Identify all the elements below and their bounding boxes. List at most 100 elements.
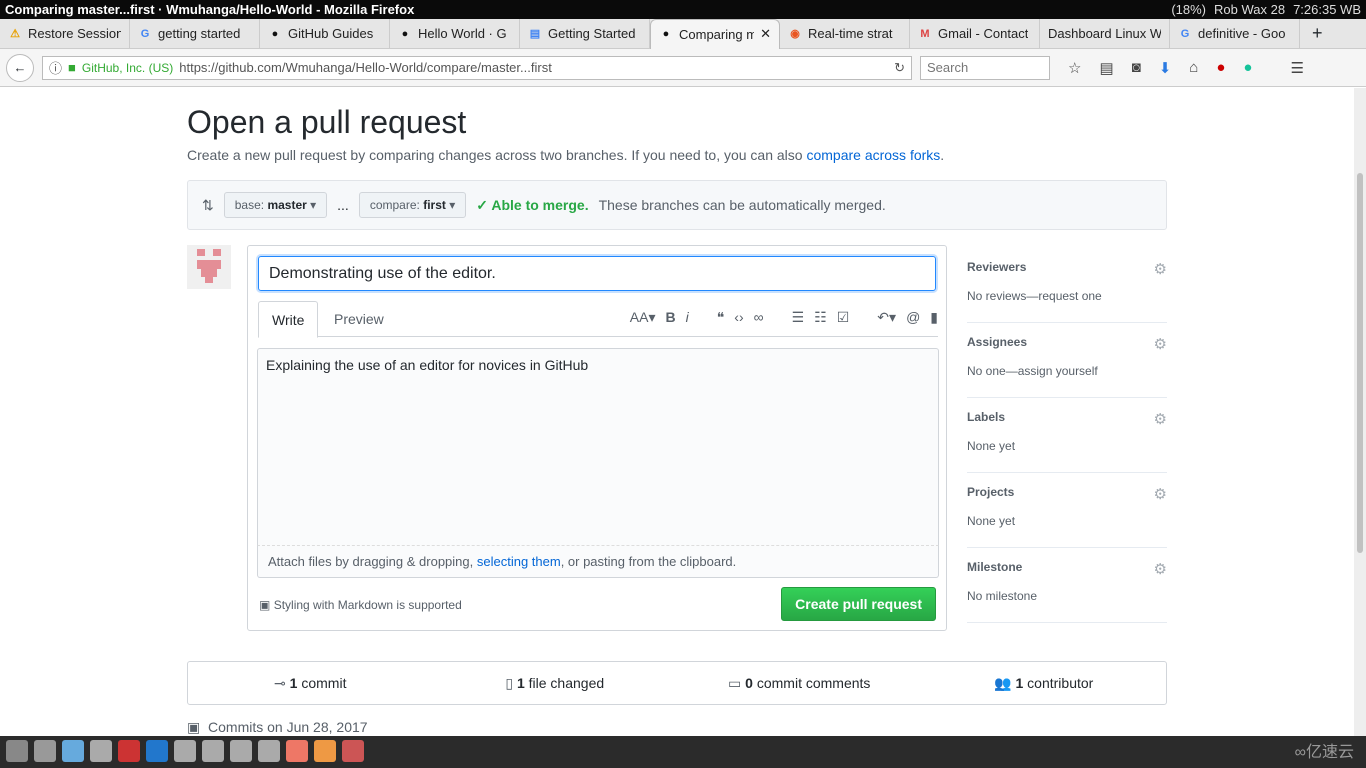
dock-app-icon[interactable]: [146, 740, 168, 762]
link-icon[interactable]: ∞: [754, 309, 764, 326]
pr-title-input[interactable]: Demonstrating use of the editor.: [258, 256, 936, 291]
grammarly-icon[interactable]: ●: [1243, 59, 1252, 77]
dock-app-icon[interactable]: [342, 740, 364, 762]
code-icon[interactable]: ‹›: [734, 309, 743, 326]
compare-label: compare:: [369, 198, 420, 212]
gear-icon[interactable]: ⚙: [1154, 335, 1167, 353]
lock-icon: ■: [68, 60, 76, 75]
summary-people[interactable]: 👥 1 contributor: [922, 675, 1167, 692]
tab-label: Real-time strat: [808, 26, 893, 41]
google-icon: G: [1180, 27, 1190, 40]
reload-icon[interactable]: ↻: [894, 60, 905, 76]
gear-icon[interactable]: ⚙: [1154, 485, 1167, 503]
sidebar-heading[interactable]: Labels: [967, 410, 1167, 424]
sidebar-heading[interactable]: Reviewers: [967, 260, 1167, 274]
user-name[interactable]: Rob Wax 28: [1214, 2, 1285, 17]
gear-icon[interactable]: ⚙: [1154, 260, 1167, 278]
sidebar: Reviewers ⚙ No reviews—request one Assignee…: [967, 248, 1167, 623]
tab-0[interactable]: ⚠ Restore Session: [0, 18, 130, 49]
adblock-icon[interactable]: ●: [1216, 59, 1225, 77]
tab-5[interactable]: ● Comparing master ✕: [650, 18, 780, 49]
summary-comment[interactable]: ▭ 0 commit comments: [677, 675, 922, 692]
sidebar-value: None yet: [967, 514, 1016, 528]
pocket-icon[interactable]: ◙: [1132, 59, 1141, 77]
dock-app-icon[interactable]: [286, 740, 308, 762]
header-icon[interactable]: AA▾: [630, 309, 656, 326]
search-input[interactable]: Search: [920, 55, 1050, 80]
bookmark-icon[interactable]: ▮: [930, 309, 938, 326]
back-button[interactable]: ←: [6, 53, 34, 82]
tab-7[interactable]: M Gmail - Contact: [910, 18, 1040, 49]
tab-4[interactable]: ▤ Getting Started: [520, 18, 650, 49]
mention-icon[interactable]: @: [906, 309, 920, 326]
dock-app-icon[interactable]: [90, 740, 112, 762]
scrollbar[interactable]: [1354, 88, 1366, 736]
bulleted-list-icon[interactable]: ☰: [792, 309, 805, 326]
reply-icon[interactable]: ↶▾: [877, 309, 896, 326]
gear-icon[interactable]: ⚙: [1154, 410, 1167, 428]
tab-8[interactable]: Dashboard Linux W: [1040, 18, 1170, 49]
pr-body-textarea[interactable]: Explaining the use of an editor for novi…: [257, 348, 939, 546]
tab-9[interactable]: Gdefinitive - Goo: [1170, 18, 1300, 49]
info-icon[interactable]: ⓘ: [49, 58, 62, 77]
markdown-note[interactable]: ▣ Styling with Markdown is supported: [259, 598, 462, 612]
menu-icon[interactable]: ☰: [1290, 59, 1303, 77]
scrollbar-thumb[interactable]: [1357, 173, 1363, 553]
gear-icon[interactable]: ⚙: [1154, 560, 1167, 578]
tab-2[interactable]: ● GitHub Guides: [260, 18, 390, 49]
tab-6[interactable]: ◉ Real-time strat: [780, 18, 910, 49]
dock-app-icon[interactable]: [6, 740, 28, 762]
dock-app-icon[interactable]: [34, 740, 56, 762]
summary-commit[interactable]: ⊸ 1 commit: [188, 675, 433, 692]
download-icon[interactable]: ⬇: [1159, 59, 1172, 77]
merge-description: These branches can be automatically merg…: [598, 197, 886, 213]
new-tab-button[interactable]: +: [1300, 23, 1335, 44]
url-text[interactable]: https://github.com/Wmuhanga/Hello-World/…: [179, 60, 552, 75]
site-identity[interactable]: GitHub, Inc. (US): [82, 61, 173, 75]
clock[interactable]: 7:26:35 WB: [1293, 2, 1361, 17]
dock-app-icon[interactable]: [258, 740, 280, 762]
file-icon: ▯: [505, 674, 514, 691]
select-files-link[interactable]: selecting them: [477, 554, 561, 569]
home-icon[interactable]: ⌂: [1189, 59, 1198, 77]
bookmark-star-icon[interactable]: ☆: [1068, 59, 1081, 77]
base-label: base:: [234, 198, 265, 212]
bold-icon[interactable]: B: [666, 309, 676, 326]
dock-app-icon[interactable]: [118, 740, 140, 762]
github-icon: ●: [271, 27, 279, 40]
sidebar-heading[interactable]: Assignees: [967, 335, 1167, 349]
compare-branch-select[interactable]: compare: first ▾: [358, 192, 467, 218]
url-bar[interactable]: ⓘ ■ GitHub, Inc. (US) https://github.com…: [42, 55, 912, 80]
tab-write[interactable]: Write: [258, 301, 319, 338]
sidebar-value: No one—assign yourself: [967, 364, 1098, 378]
dock-app-icon[interactable]: [314, 740, 336, 762]
pr-form: Demonstrating use of the editor. Write P…: [247, 245, 947, 631]
reading-list-icon[interactable]: ▤: [1099, 59, 1113, 77]
task-list-icon[interactable]: ☑: [837, 309, 850, 326]
tab-preview[interactable]: Preview: [334, 301, 384, 337]
sidebar-heading[interactable]: Milestone: [967, 560, 1167, 574]
comment-icon: ▭: [728, 674, 742, 691]
tab-3[interactable]: ● Hello World · G: [390, 18, 520, 49]
tab-label: Gmail - Contact: [938, 26, 1029, 41]
italic-icon[interactable]: i: [686, 309, 689, 326]
create-pull-request-button[interactable]: Create pull request: [781, 587, 936, 621]
base-branch-select[interactable]: base: master ▾: [223, 192, 328, 218]
compare-forks-link[interactable]: compare across forks: [806, 147, 940, 163]
dock-app-icon[interactable]: [230, 740, 252, 762]
markdown-text: Styling with Markdown is supported: [273, 598, 462, 612]
commit-icon: ⊸: [274, 674, 286, 691]
dock-app-icon[interactable]: [62, 740, 84, 762]
markdown-icon: ▣: [259, 598, 271, 612]
quote-icon[interactable]: ❝: [717, 309, 725, 326]
sidebar-heading[interactable]: Projects: [967, 485, 1167, 499]
dock-app-icon[interactable]: [202, 740, 224, 762]
numbered-list-icon[interactable]: ☷: [814, 309, 827, 326]
page-title: Open a pull request: [187, 104, 467, 140]
attach-files-bar[interactable]: Attach files by dragging & dropping, sel…: [257, 546, 939, 578]
close-tab-icon[interactable]: ✕: [760, 26, 771, 42]
tab-1[interactable]: Ggetting started: [130, 18, 260, 49]
dock-app-icon[interactable]: [174, 740, 196, 762]
avatar[interactable]: [187, 245, 231, 289]
summary-file[interactable]: ▯ 1 file changed: [433, 675, 678, 692]
